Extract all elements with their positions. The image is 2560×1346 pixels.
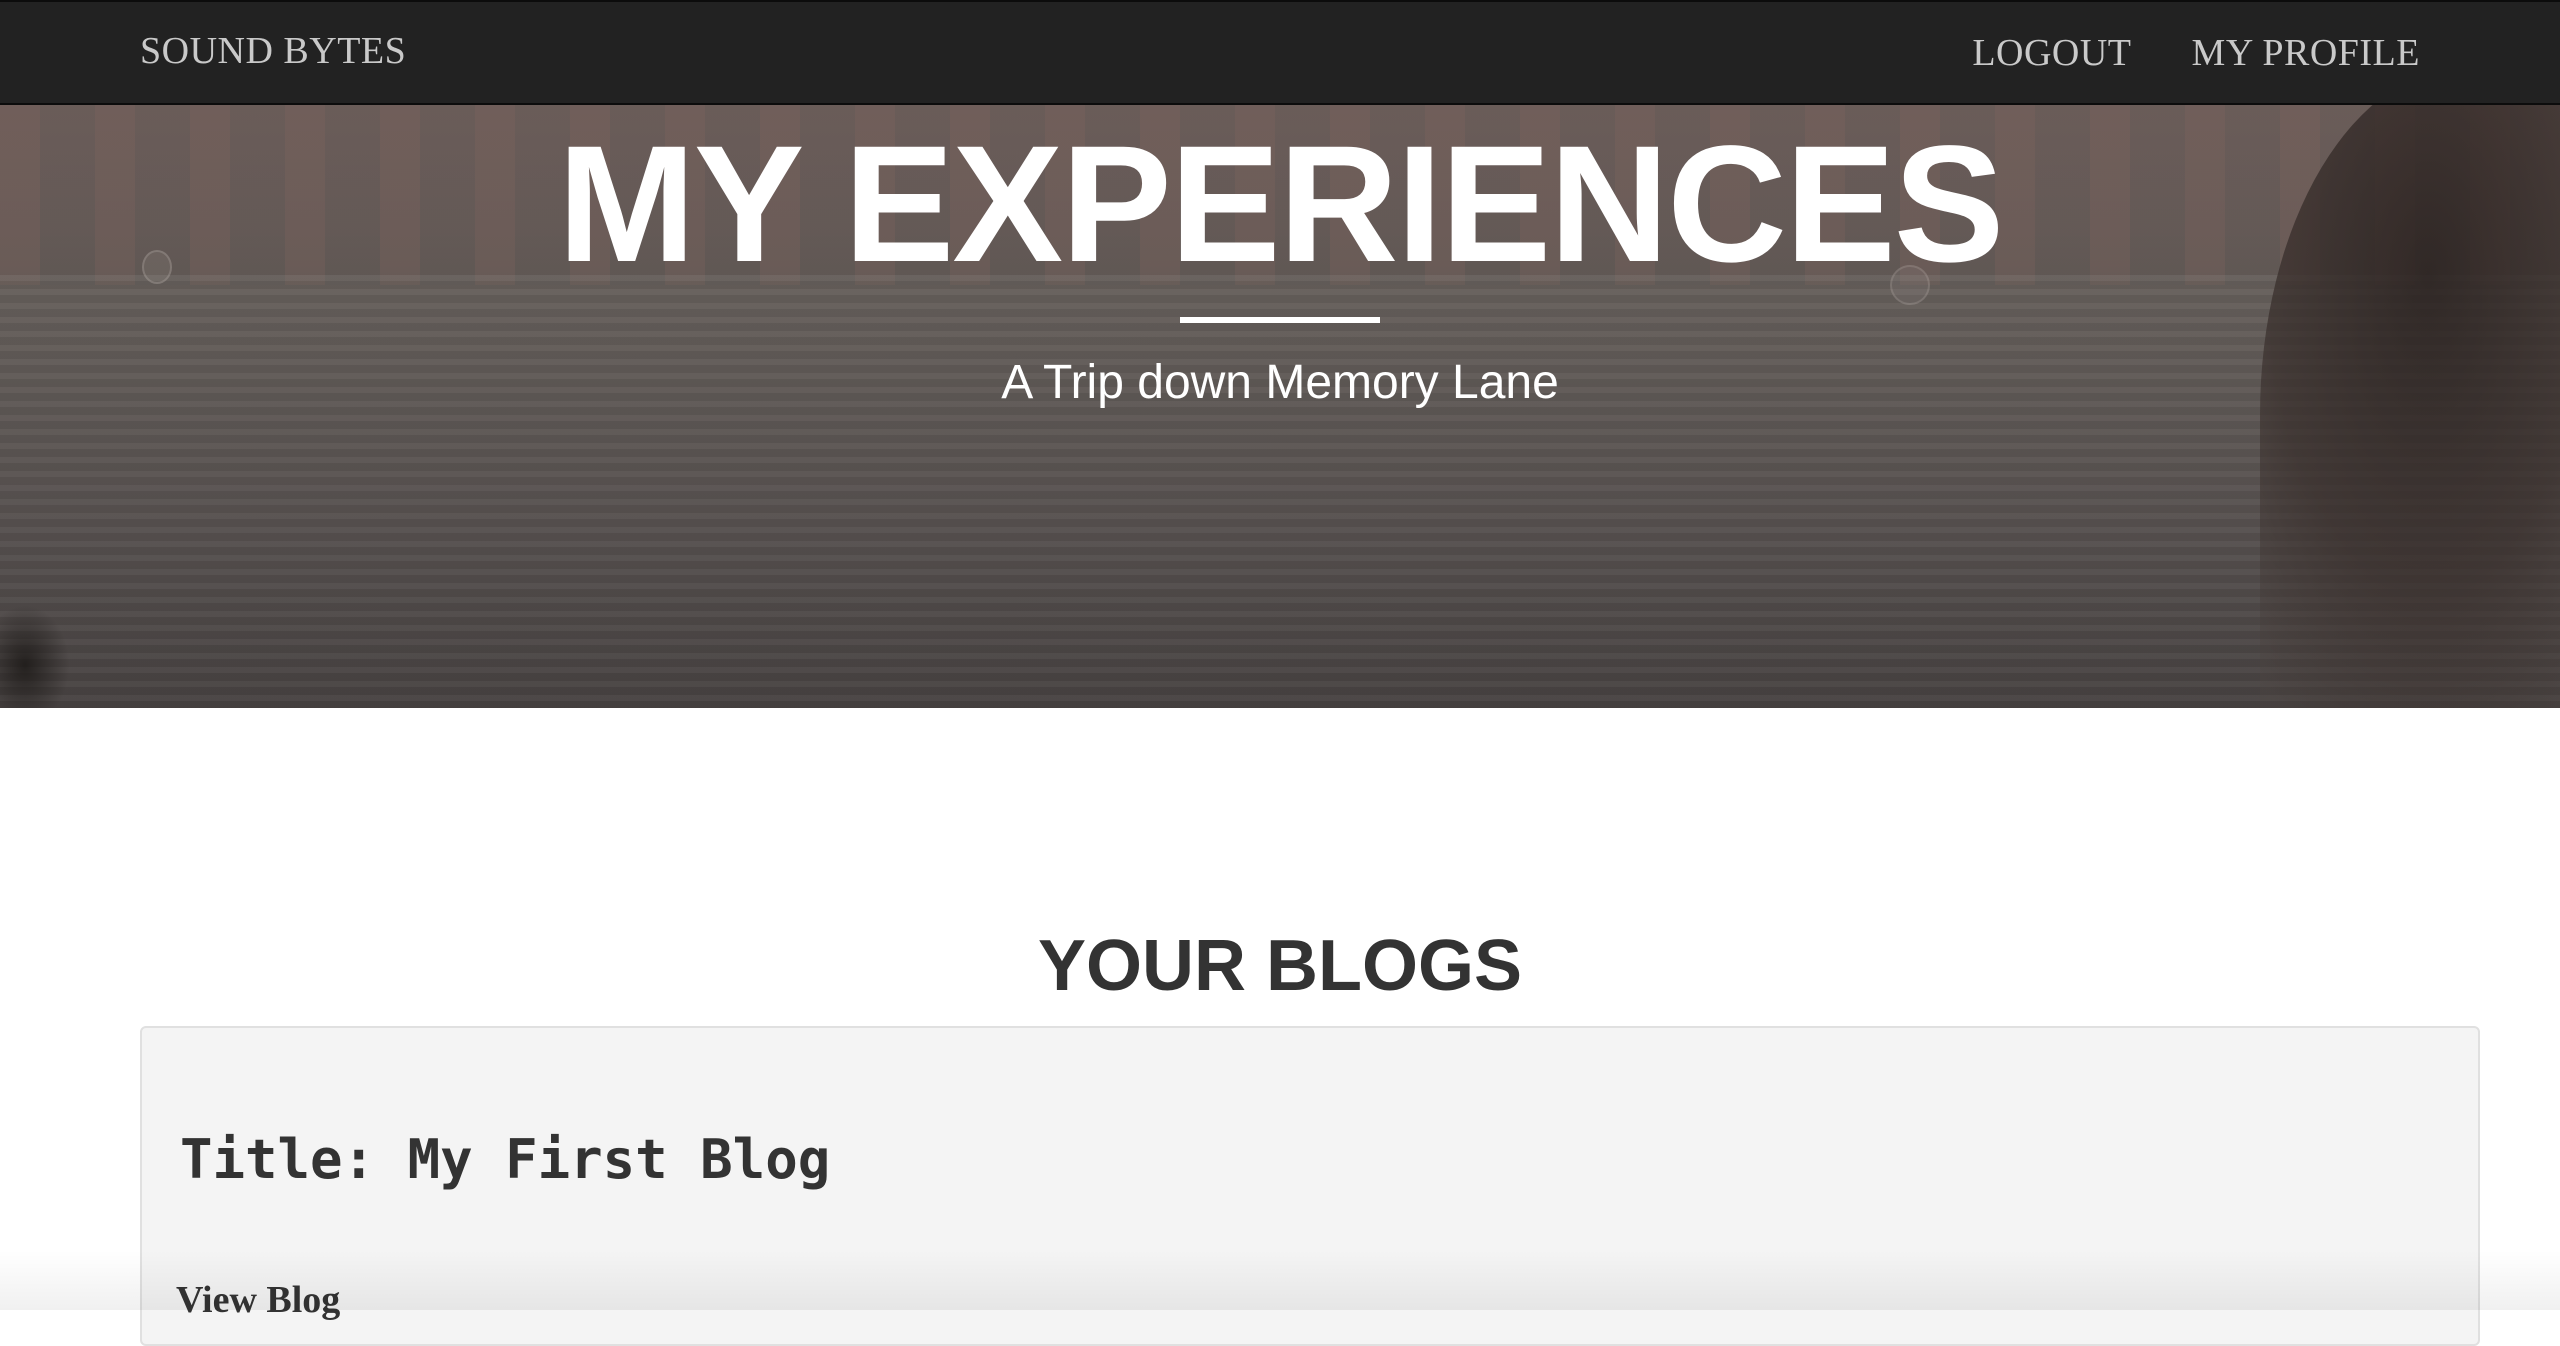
- my-profile-link[interactable]: MY PROFILE: [2192, 31, 2420, 75]
- hero-divider: [1180, 317, 1380, 323]
- blog-title: Title: My First Blog: [180, 1128, 831, 1191]
- brand-link[interactable]: SOUND BYTES: [140, 29, 406, 73]
- top-navbar: SOUND BYTES LOGOUT MY PROFILE: [0, 0, 2560, 105]
- hero-banner: MY EXPERIENCES A Trip down Memory Lane: [0, 105, 2560, 708]
- hero-background-water: [0, 275, 2560, 708]
- blogs-section-heading: YOUR BLOGS: [1037, 926, 1523, 1006]
- logout-link[interactable]: LOGOUT: [1972, 31, 2131, 75]
- page-subtitle: A Trip down Memory Lane: [1001, 356, 1559, 409]
- blog-card: Title: My First Blog View Blog: [140, 1026, 2480, 1346]
- page-title: MY EXPERIENCES: [557, 112, 2005, 297]
- view-blog-link[interactable]: View Blog: [176, 1278, 340, 1322]
- nav-links: LOGOUT MY PROFILE: [1972, 31, 2420, 75]
